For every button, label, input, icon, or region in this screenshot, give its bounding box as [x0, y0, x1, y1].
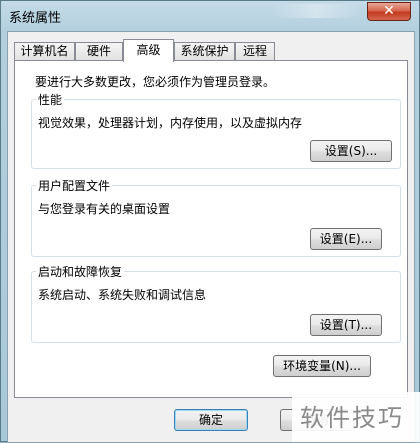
user-profiles-settings-button[interactable]: 设置(E)...	[310, 228, 382, 250]
system-properties-window: 系统属性 ✕ 计算机名 硬件 高级 系统保护 远程 要进行大多数更改，您必须作为…	[0, 0, 420, 443]
performance-settings-button[interactable]: 设置(S)...	[310, 140, 392, 162]
tab-hardware[interactable]: 硬件	[75, 42, 123, 61]
admin-notice: 要进行大多数更改，您必须作为管理员登录。	[35, 75, 276, 89]
user-profiles-description: 与您登录有关的桌面设置	[38, 202, 171, 216]
startup-recovery-group: 启动和故障恢复 系统启动、系统失败和调试信息 设置(T)...	[31, 263, 401, 343]
user-profiles-group-title: 用户配置文件	[36, 177, 113, 194]
user-profiles-group: 用户配置文件 与您登录有关的桌面设置 设置(E)...	[31, 177, 401, 257]
window-controls-blurred	[271, 4, 361, 18]
environment-variables-button[interactable]: 环境变量(N)...	[273, 355, 371, 377]
tab-computer-name[interactable]: 计算机名	[14, 42, 75, 61]
close-button[interactable]: ✕	[367, 2, 411, 21]
title-bar[interactable]: 系统属性 ✕	[1, 1, 419, 31]
dialog-client-area: 计算机名 硬件 高级 系统保护 远程 要进行大多数更改，您必须作为管理员登录。 …	[7, 31, 415, 443]
tab-advanced[interactable]: 高级	[123, 39, 174, 62]
watermark-text: 软件技巧	[300, 404, 404, 432]
performance-group-title: 性能	[36, 91, 65, 108]
ok-button[interactable]: 确定	[174, 409, 248, 431]
window-title: 系统属性	[9, 11, 62, 26]
startup-recovery-group-title: 启动和故障恢复	[36, 263, 125, 280]
tab-system-protection[interactable]: 系统保护	[174, 42, 235, 61]
performance-group: 性能 视觉效果，处理器计划，内存使用，以及虚拟内存 设置(S)...	[31, 91, 401, 169]
advanced-tab-panel: 要进行大多数更改，您必须作为管理员登录。 性能 视觉效果，处理器计划，内存使用，…	[14, 60, 408, 398]
tab-remote[interactable]: 远程	[235, 42, 275, 61]
startup-recovery-description: 系统启动、系统失败和调试信息	[38, 288, 207, 302]
startup-recovery-settings-button[interactable]: 设置(T)...	[310, 314, 382, 336]
performance-description: 视觉效果，处理器计划，内存使用，以及虚拟内存	[38, 116, 303, 130]
